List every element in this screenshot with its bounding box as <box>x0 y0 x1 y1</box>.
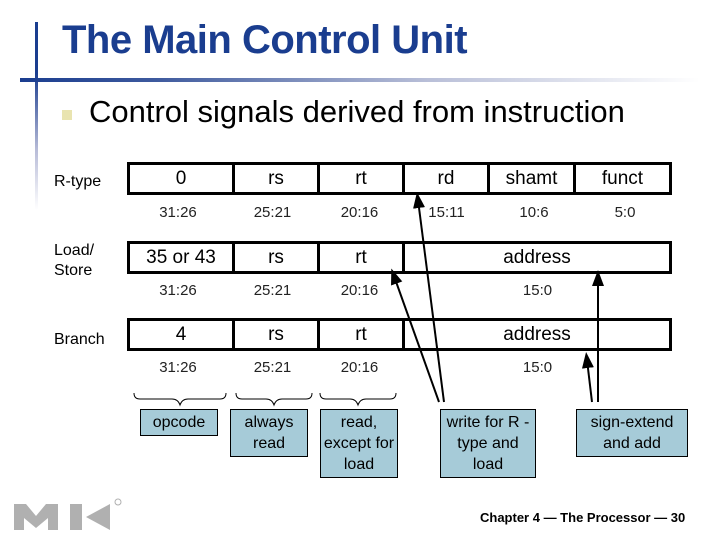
brace-opcode <box>133 392 227 407</box>
note-write-rtype-load: write for R -type and load <box>440 409 536 478</box>
note-opcode: opcode <box>140 409 218 436</box>
note-always-read: always read <box>230 409 308 457</box>
arrow-to-address-branch <box>581 352 594 403</box>
brace-rt <box>319 392 397 407</box>
brace-rs <box>235 392 313 407</box>
slide-footer: Chapter 4 — The Processor — 30 <box>480 510 686 525</box>
note-read-except-load: read, except for load <box>320 409 398 478</box>
note-sign-extend-add: sign-extend and add <box>576 409 688 457</box>
mk-logo-icon <box>14 498 122 530</box>
arrow-to-rd <box>413 192 445 403</box>
arrow-to-rt-load <box>391 268 440 403</box>
